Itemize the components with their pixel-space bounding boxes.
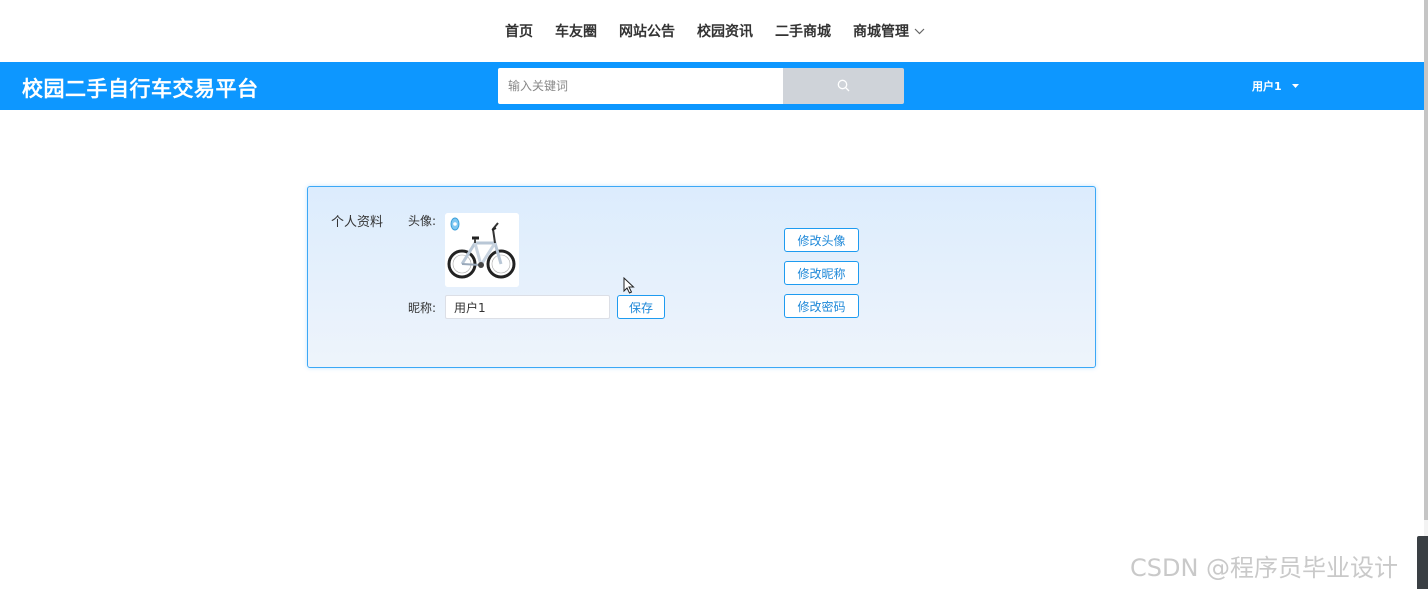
page-scrollbar[interactable] (1424, 0, 1428, 589)
scrollbar-thumb[interactable] (1424, 0, 1428, 520)
chevron-down-icon (914, 28, 925, 35)
bicycle-image (445, 213, 519, 287)
nav-item-campus-news[interactable]: 校园资讯 (697, 21, 753, 41)
nickname-input[interactable] (445, 295, 610, 319)
top-navigation: 首页 车友圈 网站公告 校园资讯 二手商城 商城管理 (0, 0, 1424, 62)
nav-item-label: 商城管理 (853, 24, 909, 40)
search-input[interactable] (498, 68, 783, 104)
nav-item-label: 二手商城 (775, 24, 831, 40)
nav-item-mall-management[interactable]: 商城管理 (853, 21, 925, 41)
caret-down-icon (1291, 84, 1299, 88)
avatar (445, 213, 519, 287)
profile-section-title: 个人资料 (331, 215, 384, 230)
user-name: 用户1 (1252, 80, 1282, 93)
profile-card: 个人资料 头像: 昵称: 保存 修 (307, 186, 1096, 368)
change-nickname-button[interactable]: 修改昵称 (784, 261, 859, 285)
nav-item-second-hand-mall[interactable]: 二手商城 (775, 21, 831, 41)
avatar-label: 头像: (408, 214, 437, 228)
user-menu[interactable]: 用户1 (1252, 78, 1299, 94)
search-button[interactable] (783, 68, 904, 104)
nav-item-label: 车友圈 (555, 24, 597, 40)
nav-item-home[interactable]: 首页 (505, 21, 533, 41)
change-avatar-button[interactable]: 修改头像 (784, 228, 859, 252)
change-password-button[interactable]: 修改密码 (784, 294, 859, 318)
search-icon (837, 77, 850, 96)
nav-item-label: 校园资讯 (697, 24, 753, 40)
nickname-label: 昵称: (408, 301, 437, 315)
nav-item-label: 首页 (505, 24, 533, 40)
watermark-text: CSDN @程序员毕业设计 (1130, 554, 1399, 582)
site-title: 校园二手自行车交易平台 (22, 77, 259, 101)
mouse-cursor-icon (623, 276, 635, 298)
corner-widget[interactable] (1417, 536, 1428, 589)
save-button[interactable]: 保存 (617, 295, 665, 319)
nav-item-riders-circle[interactable]: 车友圈 (555, 21, 597, 41)
page: 首页 车友圈 网站公告 校园资讯 二手商城 商城管理 校园二手自行车交易平台 用… (0, 0, 1428, 589)
header-bar: 校园二手自行车交易平台 用户1 (0, 62, 1424, 110)
nav-item-announcements[interactable]: 网站公告 (619, 21, 675, 41)
nav-item-label: 网站公告 (619, 24, 675, 40)
